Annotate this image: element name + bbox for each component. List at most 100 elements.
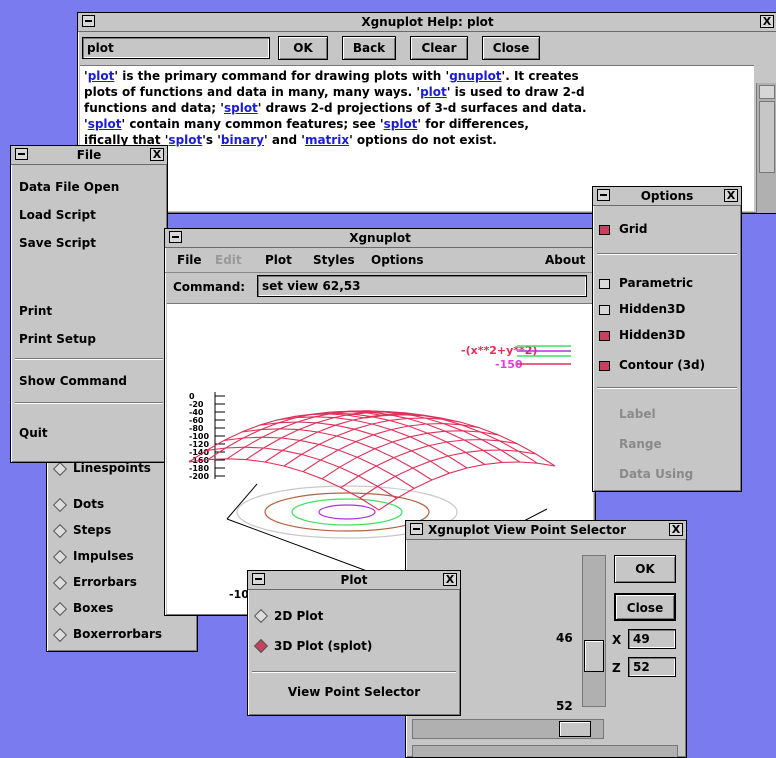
menu-edit[interactable]: Edit: [215, 253, 242, 267]
horizontal-slider-thumb[interactable]: [559, 721, 591, 737]
window-menu-icon[interactable]: [597, 189, 610, 201]
horizontal-scrollbar[interactable]: [412, 745, 678, 757]
help-title: Xgnuplot Help: plot: [361, 15, 494, 29]
horizontal-slider-value: 52: [556, 699, 573, 713]
help-link[interactable]: plot: [420, 85, 447, 99]
help-ok-button[interactable]: OK: [278, 36, 328, 60]
vertical-slider-thumb[interactable]: [584, 640, 604, 672]
checkbox-icon: [599, 305, 610, 315]
window-menu-icon[interactable]: [15, 148, 28, 160]
surface-mesh-line: [276, 416, 468, 469]
menu-show-command[interactable]: Show Command: [19, 374, 127, 388]
option-hidden3d-2[interactable]: Hidden3D: [593, 327, 741, 345]
menu-data-file-open[interactable]: Data File Open: [19, 180, 119, 194]
help-link[interactable]: splot: [224, 101, 258, 115]
radio-icon: [253, 608, 269, 624]
help-line: 'plot' is the primary command for drawin…: [84, 69, 579, 83]
z-axis: [214, 392, 225, 479]
surface-mesh-line: [378, 461, 556, 511]
menu-load-script[interactable]: Load Script: [19, 208, 96, 222]
menu-about[interactable]: About: [545, 253, 585, 267]
plot-titlebar[interactable]: Plot X: [248, 571, 460, 590]
plot-separator: [252, 671, 456, 673]
options-separator: [597, 387, 737, 389]
options-titlebar[interactable]: Options X: [593, 187, 741, 206]
help-search-input[interactable]: plot: [82, 37, 270, 59]
menu-print[interactable]: Print: [19, 304, 52, 318]
menu-save-script[interactable]: Save Script: [19, 236, 96, 250]
z-tick-labels: 0 -20 -40 -60 -80 -100 -120 -140 -160 -1…: [189, 392, 209, 481]
scroll-thumb[interactable]: [759, 101, 775, 173]
vertical-slider[interactable]: [582, 555, 606, 707]
window-menu-icon[interactable]: [252, 573, 265, 585]
x-value-field[interactable]: 49: [628, 629, 676, 649]
base-edge: [226, 483, 258, 520]
help-titlebar[interactable]: Xgnuplot Help: plot X: [78, 13, 776, 32]
contour-line: [291, 498, 403, 526]
option-parametric[interactable]: Parametric: [593, 275, 741, 293]
scroll-up-arrow-icon[interactable]: [759, 85, 775, 99]
help-line: ifically that 'splot's 'binary' and 'mat…: [84, 133, 497, 147]
view-point-selector-button[interactable]: View Point Selector: [248, 685, 460, 699]
z-label: Z: [612, 661, 621, 675]
menu-print-setup[interactable]: Print Setup: [19, 332, 96, 346]
option-2d-plot[interactable]: 2D Plot: [248, 607, 460, 627]
viewpoint-close-button[interactable]: Close: [614, 593, 676, 621]
main-titlebar[interactable]: Xgnuplot: [165, 229, 595, 248]
help-clear-button[interactable]: Clear: [410, 36, 468, 60]
menu-separator: [15, 358, 163, 360]
window-menu-icon[interactable]: [169, 231, 182, 243]
option-3d-plot[interactable]: 3D Plot (splot): [248, 637, 460, 657]
help-link[interactable]: binary: [221, 133, 264, 147]
command-input[interactable]: set view 62,53: [257, 275, 587, 297]
radio-icon: [253, 638, 269, 654]
radio-icon: [52, 497, 68, 513]
option-contour[interactable]: Contour (3d): [593, 357, 741, 375]
help-back-button[interactable]: Back: [342, 36, 396, 60]
plot-title: Plot: [340, 573, 368, 587]
help-close-button[interactable]: Close: [482, 36, 540, 60]
close-icon[interactable]: X: [150, 148, 164, 161]
help-scrollbar[interactable]: [756, 83, 776, 213]
help-line: 'splot' contain many common features; se…: [84, 117, 529, 131]
window-menu-icon[interactable]: [410, 523, 423, 535]
command-label: Command:: [173, 280, 246, 294]
help-line: plots of functions and data in many, man…: [84, 85, 585, 99]
window-menu-icon[interactable]: [82, 15, 95, 27]
viewpoint-titlebar[interactable]: Xgnuplot View Point Selector X: [406, 521, 686, 540]
checkbox-icon: [599, 331, 610, 341]
z-value-field[interactable]: 52: [628, 657, 676, 677]
radio-icon: [52, 601, 68, 617]
menu-plot[interactable]: Plot: [265, 253, 292, 267]
options-window: Options X Grid Parametric Hidden3D Hidde…: [592, 186, 742, 492]
plot-legend: -(x**2+y**2) -150: [461, 344, 571, 371]
file-titlebar[interactable]: File X: [11, 146, 167, 165]
style-item[interactable]: Boxerrorbars: [47, 625, 197, 645]
help-link[interactable]: splot: [88, 117, 122, 131]
menu-quit[interactable]: Quit: [19, 426, 48, 440]
x-label: X: [612, 633, 622, 647]
radio-icon: [52, 575, 68, 591]
close-icon[interactable]: X: [724, 189, 738, 202]
help-link[interactable]: matrix: [305, 133, 349, 147]
help-link[interactable]: splot: [384, 117, 418, 131]
option-label: Label: [619, 407, 656, 421]
options-separator: [597, 253, 737, 255]
help-link[interactable]: gnuplot: [449, 69, 501, 83]
contour-line: [318, 504, 376, 520]
help-link[interactable]: splot: [168, 133, 202, 147]
menu-styles[interactable]: Styles: [313, 253, 355, 267]
option-hidden3d[interactable]: Hidden3D: [593, 301, 741, 319]
vertical-slider-value: 46: [556, 631, 573, 645]
close-icon[interactable]: X: [669, 523, 683, 536]
viewpoint-ok-button[interactable]: OK: [614, 555, 676, 583]
close-icon[interactable]: X: [760, 15, 774, 28]
help-link[interactable]: plot: [88, 69, 115, 83]
menu-options[interactable]: Options: [371, 253, 424, 267]
menu-file[interactable]: File: [177, 253, 202, 267]
option-grid[interactable]: Grid: [593, 221, 741, 239]
horizontal-slider[interactable]: [412, 719, 604, 739]
file-title: File: [76, 148, 102, 162]
close-icon[interactable]: X: [443, 573, 457, 586]
radio-icon: [52, 461, 68, 477]
